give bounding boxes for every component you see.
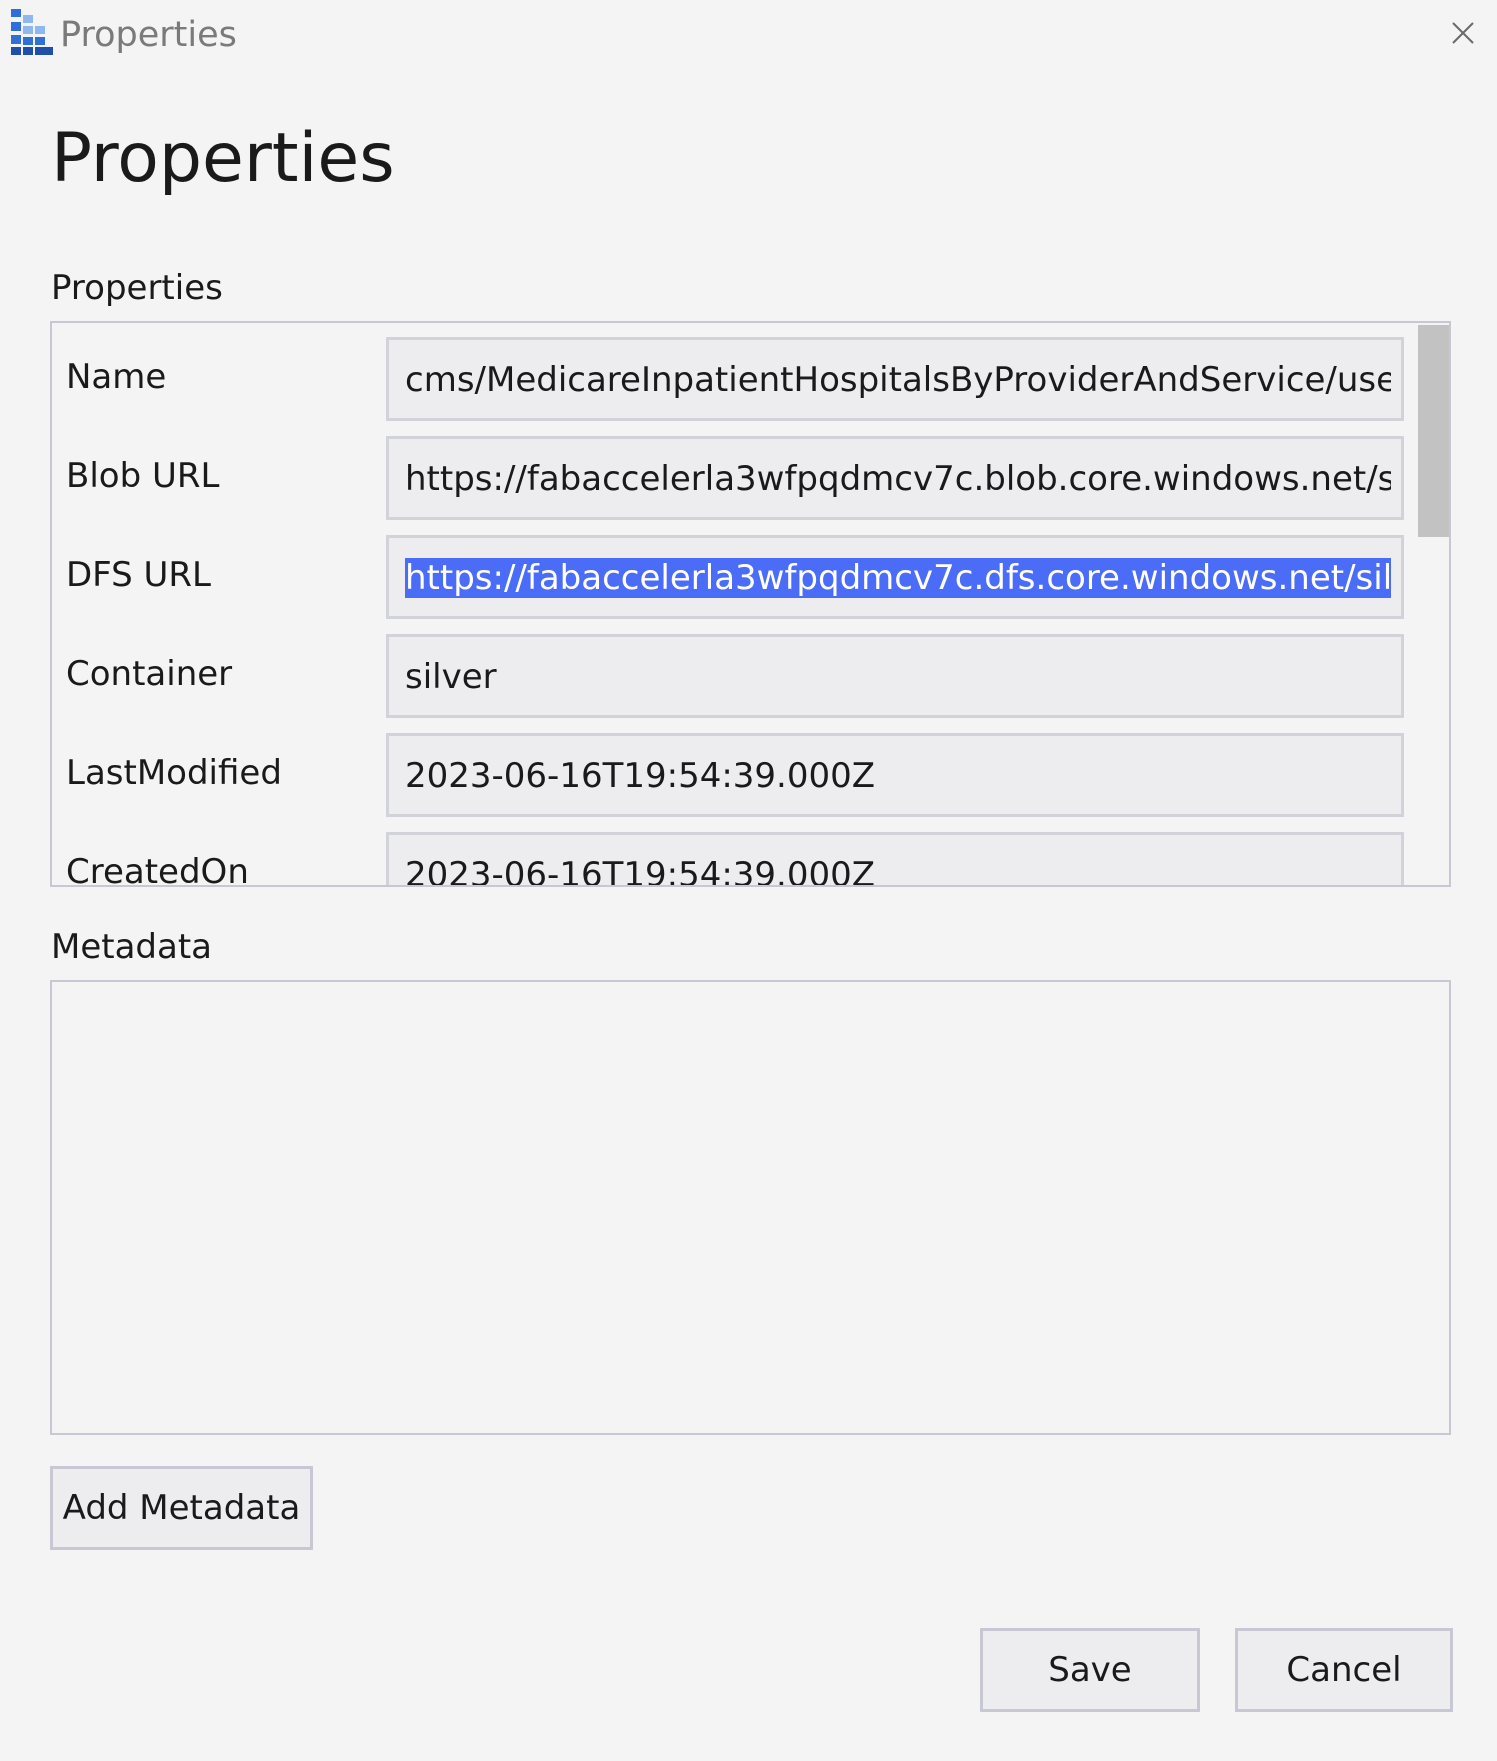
property-value: 2023-06-16T19:54:39.000Z [405,855,876,887]
properties-dialog: Properties Properties Properties Name cm… [0,0,1497,1761]
close-icon [1452,22,1474,44]
property-row-created-on: CreatedOn 2023-06-16T19:54:39.000Z [52,832,1412,887]
metadata-section-label: Metadata [51,927,213,967]
dfs-url-field[interactable]: https://fabaccelerla3wfpqdmcv7c.dfs.core… [386,535,1404,619]
property-label: CreatedOn [66,852,249,887]
blob-url-field[interactable]: https://fabaccelerla3wfpqdmcv7c.blob.cor… [386,436,1404,520]
property-label: Name [66,357,167,397]
selected-text: https://fabaccelerla3wfpqdmcv7c.dfs.core… [405,558,1391,598]
close-button[interactable] [1440,10,1486,56]
cancel-button[interactable]: Cancel [1235,1628,1453,1712]
last-modified-field[interactable]: 2023-06-16T19:54:39.000Z [386,733,1404,817]
add-metadata-button[interactable]: Add Metadata [50,1466,313,1550]
property-row-container: Container silver [52,634,1412,718]
window-title: Properties [60,15,237,55]
property-value-selected: https://fabaccelerla3wfpqdmcv7c.dfs.core… [405,555,1391,601]
property-value: cms/MedicareInpatientHospitalsByProvider… [405,360,1391,400]
property-label: Blob URL [66,456,220,496]
save-button[interactable]: Save [980,1628,1200,1712]
property-row-name: Name cms/MedicareInpatientHospitalsByPro… [52,337,1412,421]
page-title: Properties [51,119,395,198]
property-label: LastModified [66,753,282,793]
metadata-list[interactable] [50,980,1451,1435]
property-value: https://fabaccelerla3wfpqdmcv7c.blob.cor… [405,459,1391,499]
name-field[interactable]: cms/MedicareInpatientHospitalsByProvider… [386,337,1404,421]
properties-section-label: Properties [51,268,223,308]
scrollbar-thumb[interactable] [1418,325,1449,537]
property-value: 2023-06-16T19:54:39.000Z [405,756,876,796]
storage-explorer-icon [11,9,53,55]
title-bar: Properties [0,0,1497,76]
property-value: silver [405,657,497,697]
property-row-blob-url: Blob URL https://fabaccelerla3wfpqdmcv7c… [52,436,1412,520]
property-row-dfs-url: DFS URL https://fabaccelerla3wfpqdmcv7c.… [52,535,1412,619]
created-on-field[interactable]: 2023-06-16T19:54:39.000Z [386,832,1404,887]
property-label: DFS URL [66,555,211,595]
container-field[interactable]: silver [386,634,1404,718]
properties-grid[interactable]: Name cms/MedicareInpatientHospitalsByPro… [50,321,1451,887]
property-label: Container [66,654,233,694]
property-row-last-modified: LastModified 2023-06-16T19:54:39.000Z [52,733,1412,817]
